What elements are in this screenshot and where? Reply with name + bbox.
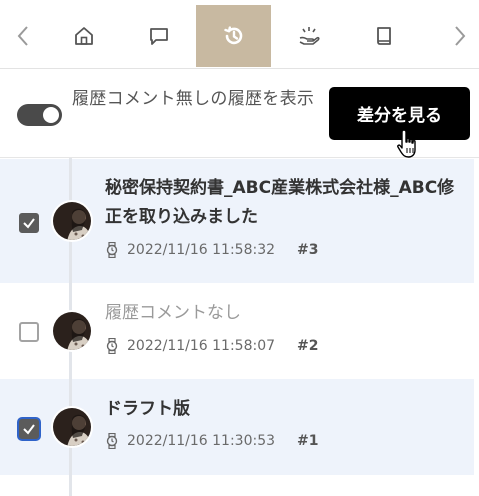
history-tab[interactable] bbox=[196, 5, 271, 67]
toolbar bbox=[0, 0, 479, 69]
avatar bbox=[51, 310, 93, 352]
avatar bbox=[51, 200, 93, 242]
book-icon bbox=[376, 27, 391, 45]
prev-button[interactable] bbox=[0, 5, 46, 67]
history-version: #3 bbox=[297, 242, 319, 258]
show-uncommented-toggle[interactable] bbox=[17, 104, 62, 126]
toggle-knob bbox=[43, 107, 59, 123]
history-checkbox[interactable] bbox=[19, 213, 39, 233]
history-timestamp: 2022/11/16 11:58:07 bbox=[127, 338, 276, 354]
next-button[interactable] bbox=[440, 5, 479, 67]
history-version: #1 bbox=[297, 433, 319, 449]
avatar bbox=[51, 406, 93, 448]
history-title: 履歴コメントなし bbox=[105, 303, 241, 323]
home-icon bbox=[74, 27, 93, 45]
comment-icon bbox=[149, 28, 168, 45]
history-checkbox[interactable] bbox=[19, 419, 39, 439]
chevron-right-icon bbox=[454, 26, 465, 46]
history-title: ドラフト版 bbox=[105, 399, 190, 419]
watch-icon bbox=[106, 338, 118, 354]
hand-cursor-icon bbox=[397, 129, 416, 158]
approval-button[interactable] bbox=[271, 5, 346, 67]
check-icon bbox=[23, 218, 35, 229]
toggle-label: 履歴コメント無しの履歴を表示 bbox=[72, 89, 315, 109]
check-icon bbox=[23, 424, 35, 435]
home-button[interactable] bbox=[46, 5, 121, 67]
history-icon bbox=[223, 26, 242, 45]
history-meta: 2022/11/16 11:30:53 #1 bbox=[106, 433, 319, 449]
chevron-left-icon bbox=[17, 26, 28, 46]
history-meta: 2022/11/16 11:58:07 #2 bbox=[106, 338, 319, 354]
watch-icon bbox=[106, 433, 118, 449]
history-panel: 履歴コメント無しの履歴を表示 差分を見る 秘密保持契約書_ABC産業株式会社様_… bbox=[0, 0, 479, 496]
history-timestamp: 2022/11/16 11:58:32 bbox=[127, 242, 276, 258]
hand-sparkle-icon bbox=[299, 27, 320, 45]
watch-icon bbox=[106, 242, 118, 258]
history-version: #2 bbox=[297, 338, 319, 354]
history-timestamp: 2022/11/16 11:30:53 bbox=[127, 433, 276, 449]
history-checkbox[interactable] bbox=[19, 322, 39, 342]
history-title: 秘密保持契約書_ABC産業株式会社様_ABC修正を取り込みました bbox=[105, 178, 455, 227]
comments-button[interactable] bbox=[121, 5, 196, 67]
book-button[interactable] bbox=[346, 5, 421, 67]
history-meta: 2022/11/16 11:58:32 #3 bbox=[106, 242, 319, 258]
